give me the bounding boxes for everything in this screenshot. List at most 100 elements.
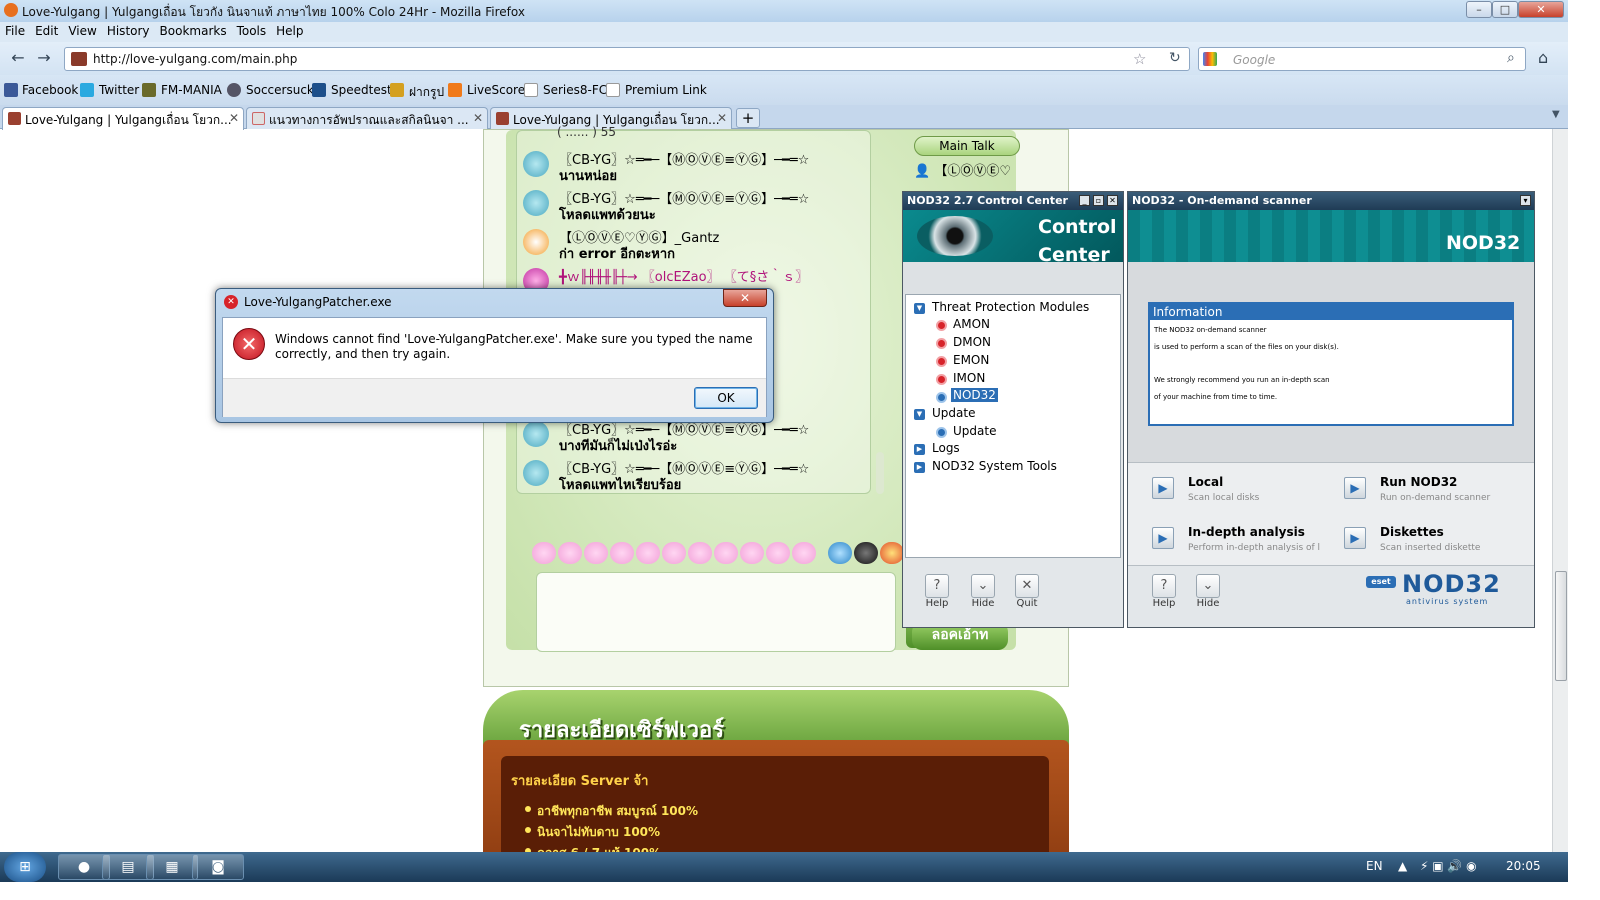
home-icon[interactable]: ⌂ [1538, 48, 1548, 67]
maximize-button[interactable]: □ [1492, 1, 1518, 18]
cc-restore-button[interactable]: ▫ [1093, 195, 1104, 206]
search-box[interactable]: Google ⌕ [1198, 47, 1526, 71]
menu-file[interactable]: File [0, 22, 30, 38]
emoji-icon[interactable] [532, 542, 556, 564]
cc-help-button[interactable]: ? Help [921, 574, 953, 609]
bookmark-twitter[interactable]: Twitter [99, 83, 139, 97]
back-button[interactable]: ← [6, 47, 30, 71]
emoji-icon[interactable] [792, 542, 816, 564]
forward-button[interactable]: → [32, 47, 56, 71]
expand-icon[interactable]: ▼ [914, 303, 925, 314]
close-tab-icon[interactable]: ✕ [229, 111, 239, 125]
information-header: Information [1150, 304, 1512, 320]
bookmark-upload-image[interactable]: ฝากรูป [409, 83, 444, 102]
help-icon: ? [925, 574, 949, 598]
tree-update[interactable]: Update [932, 406, 975, 420]
hide-icon: ⌄ [971, 574, 995, 598]
emoji-icon[interactable] [584, 542, 608, 564]
module-status-icon [936, 374, 947, 385]
tab-guide[interactable]: แนวทางการอัพปราณและสกิลนินจา ... ✕ [246, 107, 488, 129]
close-tab-icon[interactable]: ✕ [717, 111, 727, 125]
ok-button[interactable]: OK [694, 387, 758, 409]
tree-system-tools[interactable]: NOD32 System Tools [932, 459, 1057, 473]
new-tab-button[interactable]: + [736, 108, 760, 128]
reload-icon[interactable]: ↻ [1169, 50, 1181, 66]
chat-message: 〖CB-YG〗☆═━─【ⓂⓄⓋⒺ≡ⓎⒼ】─━═☆ โหลดแพทด้วยนะ [523, 186, 868, 224]
emoji-icon[interactable] [662, 542, 686, 564]
tree-threat-modules[interactable]: Threat Protection Modules [932, 300, 1089, 314]
bookmark-soccersuck[interactable]: Soccersuck [246, 83, 314, 97]
firefox-icon: ● [77, 859, 91, 875]
url-bar[interactable]: http://love-yulgang.com/main.php ☆ ↻ [64, 47, 1190, 71]
action-run-nod32[interactable]: ▶ Run NOD32 Run on-demand scanner [1344, 475, 1524, 511]
emoji-icon[interactable] [714, 542, 738, 564]
tree-logs[interactable]: Logs [932, 441, 960, 455]
action-local[interactable]: ▶ Local Scan local disks [1152, 475, 1332, 511]
menu-tools[interactable]: Tools [232, 22, 272, 38]
bookmark-livescore[interactable]: LiveScore [467, 83, 525, 97]
scanner-hide-button[interactable]: ⌄ Hide [1192, 574, 1224, 609]
minimize-button[interactable]: – [1466, 1, 1492, 18]
language-indicator[interactable]: EN [1366, 859, 1383, 873]
tray-icons[interactable]: ⚡ ▣ 🔊 ◉ [1420, 859, 1477, 873]
emoji-icon[interactable] [828, 542, 852, 564]
bookmark-speedtest[interactable]: Speedtest [331, 83, 392, 97]
emoji-icon[interactable] [610, 542, 634, 564]
avatar [523, 151, 549, 177]
tree-dmon[interactable]: DMON [953, 335, 991, 349]
cc-quit-button[interactable]: ✕ Quit [1011, 574, 1043, 609]
action-diskettes[interactable]: ▶ Diskettes Scan inserted diskette [1344, 525, 1524, 561]
navigation-toolbar: ← → http://love-yulgang.com/main.php ☆ ↻… [0, 42, 1568, 75]
taskbar-nod32[interactable]: ◙ [192, 854, 244, 880]
menu-view[interactable]: View [63, 22, 101, 38]
online-user[interactable]: 👤 【ⓁⓄⓋⒺ♡ [914, 160, 1024, 190]
cc-minimize-button[interactable]: _ [1079, 195, 1090, 206]
cc-hide-button[interactable]: ⌄ Hide [967, 574, 999, 609]
emoji-icon[interactable] [766, 542, 790, 564]
chat-input[interactable] [536, 572, 896, 652]
scrollbar-thumb[interactable] [1555, 571, 1567, 681]
tree-amon[interactable]: AMON [953, 317, 990, 331]
expand-icon[interactable]: ▼ [914, 409, 925, 420]
start-button[interactable]: ⊞ [4, 852, 46, 882]
menu-history[interactable]: History [102, 22, 155, 38]
bookmark-premium-link[interactable]: Premium Link [625, 83, 707, 97]
expand-icon[interactable]: ▶ [914, 462, 925, 473]
expand-icon[interactable]: ▶ [914, 444, 925, 455]
menu-bookmarks[interactable]: Bookmarks [155, 22, 232, 38]
emoji-icon[interactable] [740, 542, 764, 564]
menu-edit[interactable]: Edit [30, 22, 63, 38]
taskbar-winrar[interactable]: ▦ [146, 854, 198, 880]
bookmark-fm-mania[interactable]: FM-MANIA [161, 83, 222, 97]
main-talk-tab[interactable]: Main Talk [914, 136, 1020, 156]
menu-help[interactable]: Help [271, 22, 308, 38]
page-scrollbar[interactable] [1552, 129, 1568, 852]
info-line: is used to perform a scan of the files o… [1154, 343, 1339, 351]
tab-label: Love-Yulgang | Yulgangเถื่อน โยวก... [513, 113, 720, 127]
emoji-icon[interactable] [880, 542, 904, 564]
cc-close-button[interactable]: ✕ [1107, 195, 1118, 206]
search-icon[interactable]: ⌕ [1507, 50, 1515, 66]
emoji-icon[interactable] [636, 542, 660, 564]
tray-expand-icon[interactable]: ▲ [1398, 859, 1407, 873]
bookmark-star-icon[interactable]: ☆ [1133, 50, 1146, 68]
clock[interactable]: 20:05 [1506, 859, 1541, 873]
tree-imon[interactable]: IMON [953, 371, 985, 385]
bookmark-series8[interactable]: Series8-FC [543, 83, 607, 97]
action-in-depth[interactable]: ▶ In-depth analysis Perform in-depth analy… [1152, 525, 1332, 561]
tree-emon[interactable]: EMON [953, 353, 989, 367]
scanner-close-button[interactable]: ▾ [1520, 195, 1531, 206]
close-tab-icon[interactable]: ✕ [473, 111, 483, 125]
tab-love-yulgang-1[interactable]: Love-Yulgang | Yulgangเถื่อน โยวก... ✕ [2, 107, 244, 130]
dialog-close-button[interactable]: ✕ [723, 289, 767, 307]
tree-update-child[interactable]: Update [953, 424, 996, 438]
close-button[interactable]: ✕ [1518, 1, 1564, 18]
scanner-help-button[interactable]: ? Help [1148, 574, 1180, 609]
chat-scrollbar[interactable] [876, 452, 884, 494]
tree-nod32-selected[interactable]: NOD32 [951, 388, 998, 402]
bookmark-facebook[interactable]: Facebook [22, 83, 78, 97]
eight-ball-icon[interactable] [854, 542, 878, 564]
emoji-icon[interactable] [558, 542, 582, 564]
tab-list-icon[interactable]: ▼ [1552, 109, 1560, 120]
emoji-icon[interactable] [688, 542, 712, 564]
